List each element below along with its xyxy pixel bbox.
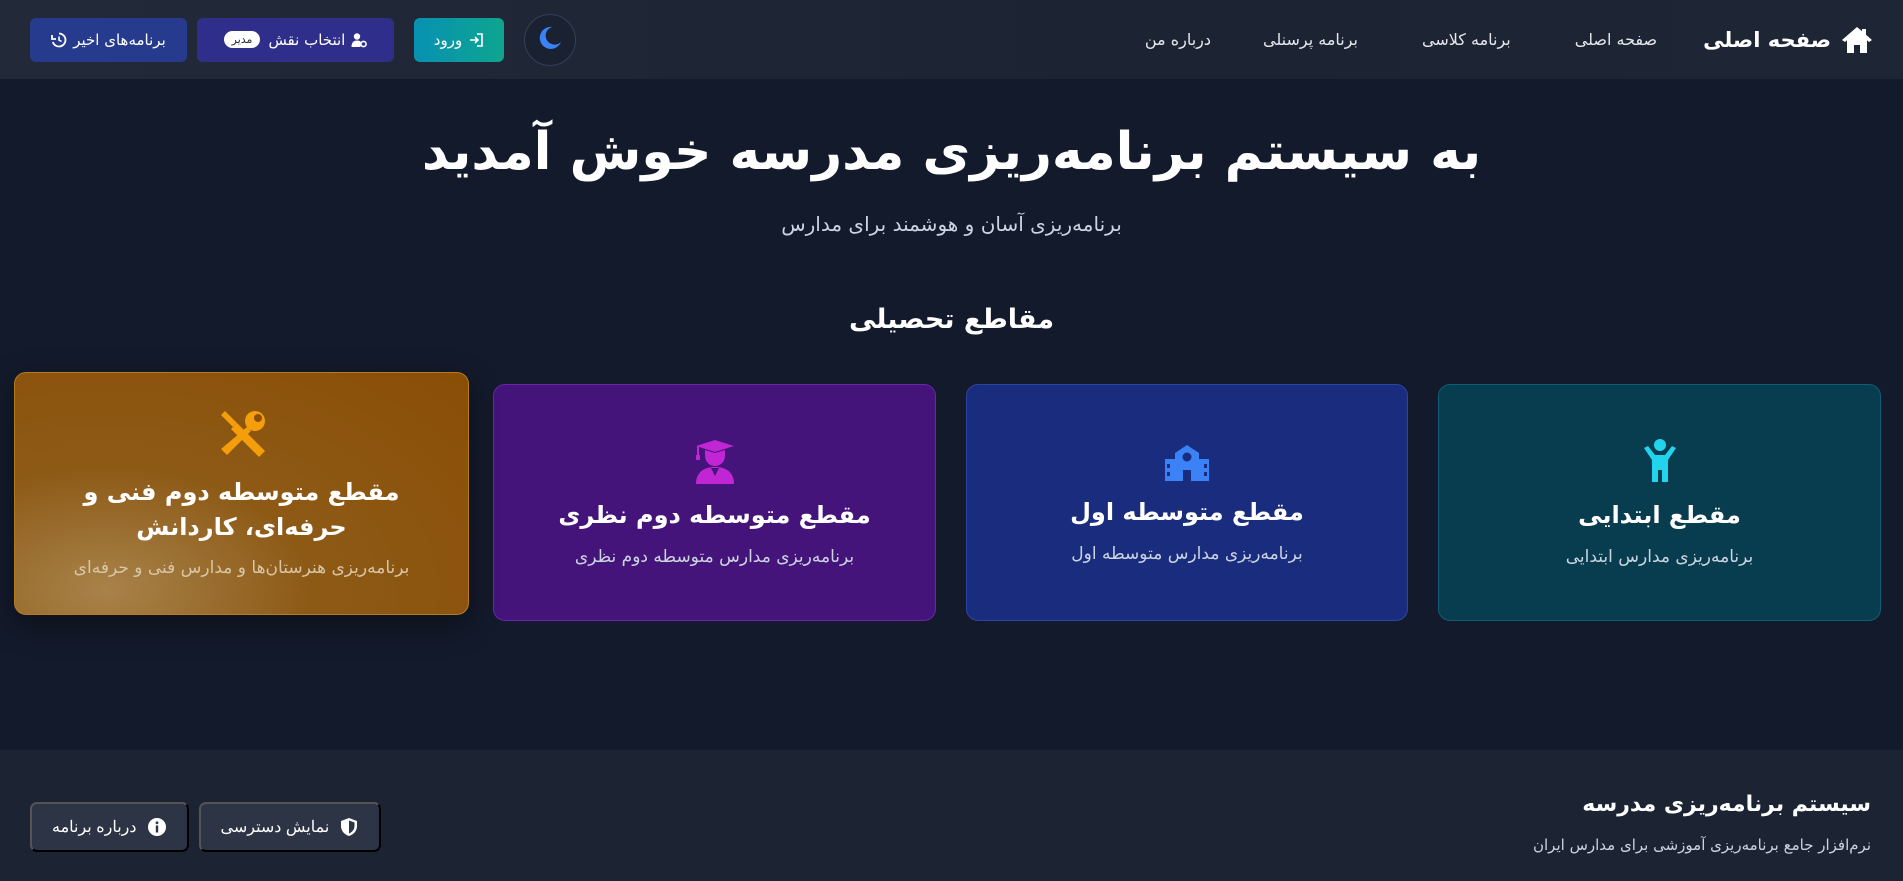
- card-title: مقطع ابتدایی: [1578, 501, 1741, 530]
- brand-link[interactable]: صفحه اصلی: [1703, 25, 1873, 55]
- shield-icon: [339, 817, 359, 837]
- about-app-button[interactable]: درباره برنامه: [30, 802, 189, 852]
- card-desc: برنامه‌ریزی مدارس متوسطه دوم نظری: [574, 546, 855, 567]
- graduate-icon: [694, 438, 736, 485]
- card-desc: برنامه‌ریزی مدارس ابتدایی: [1565, 546, 1754, 567]
- role-select-button[interactable]: مدیر انتخاب نقش: [197, 17, 394, 62]
- card-middle-first[interactable]: مقطع متوسطه اول برنامه‌ریزی مدارس متوسطه…: [966, 384, 1408, 621]
- card-title: مقطع متوسطه اول: [1070, 498, 1304, 527]
- brand-text: صفحه اصلی: [1703, 27, 1831, 52]
- about-app-label: درباره برنامه: [52, 819, 137, 836]
- recent-programs-button[interactable]: برنامه‌های اخیر: [30, 17, 187, 62]
- navbar: صفحه اصلی صفحه اصلی برنامه کلاسی برنامه …: [0, 0, 1903, 79]
- card-title: مقطع متوسطه دوم فنی و حرفه‌ای، کاردانش: [83, 477, 400, 541]
- card-desc: برنامه‌ریزی هنرستان‌ها و مدارس فنی و حرف…: [73, 558, 410, 579]
- card-middle-second-technical[interactable]: مقطع متوسطه دوم فنی و حرفه‌ای، کاردانش ب…: [14, 372, 469, 615]
- nav-link-staff-schedule[interactable]: برنامه پرسنلی: [1245, 30, 1376, 49]
- nav-link-about-me[interactable]: درباره من: [1127, 30, 1229, 49]
- card-middle-second-theoretical[interactable]: مقطع متوسطه دوم نظری برنامه‌ریزی مدارس م…: [493, 384, 936, 621]
- nav-left: برنامه‌های اخیر مدیر انتخاب نقش ورود: [30, 13, 576, 66]
- role-badge: مدیر: [223, 31, 261, 48]
- user-cog-icon: [351, 32, 368, 48]
- sign-in-icon: [468, 32, 484, 48]
- login-label: ورود: [433, 30, 463, 49]
- nav-link-home[interactable]: صفحه اصلی: [1557, 30, 1675, 49]
- history-icon: [51, 32, 67, 48]
- school-icon: [1163, 441, 1211, 482]
- card-title: مقطع متوسطه دوم نظری: [558, 501, 871, 530]
- recent-programs-label: برنامه‌های اخیر: [73, 30, 166, 49]
- home-icon: [1841, 25, 1873, 55]
- theme-toggle-button[interactable]: [524, 13, 576, 66]
- section-title: مقاطع تحصیلی: [848, 304, 1055, 335]
- show-access-label: نمایش دسترسی: [220, 819, 330, 836]
- role-select-label: انتخاب نقش: [268, 30, 346, 49]
- nav-link-class-schedule[interactable]: برنامه کلاسی: [1404, 30, 1529, 49]
- card-elementary[interactable]: مقطع ابتدایی برنامه‌ریزی مدارس ابتدایی: [1438, 384, 1881, 621]
- footer: سیستم برنامه‌ریزی مدرسه نرم‌افزار جامع ب…: [0, 750, 1903, 881]
- hero-subtitle: برنامه‌ریزی آسان و هوشمند برای مدارس: [781, 212, 1122, 236]
- hero-title: به سیستم برنامه‌ریزی مدرسه خوش آمدید: [421, 122, 1482, 182]
- child-icon: [1640, 438, 1680, 484]
- info-icon: [147, 817, 167, 837]
- footer-subtitle: نرم‌افزار جامع برنامه‌ریزی آموزشی برای م…: [1533, 836, 1871, 854]
- moon-icon: [537, 25, 563, 54]
- login-button[interactable]: ورود: [414, 17, 504, 62]
- nav-right: صفحه اصلی صفحه اصلی برنامه کلاسی برنامه …: [1127, 25, 1873, 55]
- card-desc: برنامه‌ریزی مدارس متوسطه اول: [1071, 543, 1303, 564]
- footer-buttons: درباره برنامه نمایش دسترسی: [30, 802, 382, 852]
- footer-title: سیستم برنامه‌ریزی مدرسه: [1582, 792, 1871, 817]
- show-access-button[interactable]: نمایش دسترسی: [198, 802, 382, 852]
- tools-icon: [217, 409, 267, 459]
